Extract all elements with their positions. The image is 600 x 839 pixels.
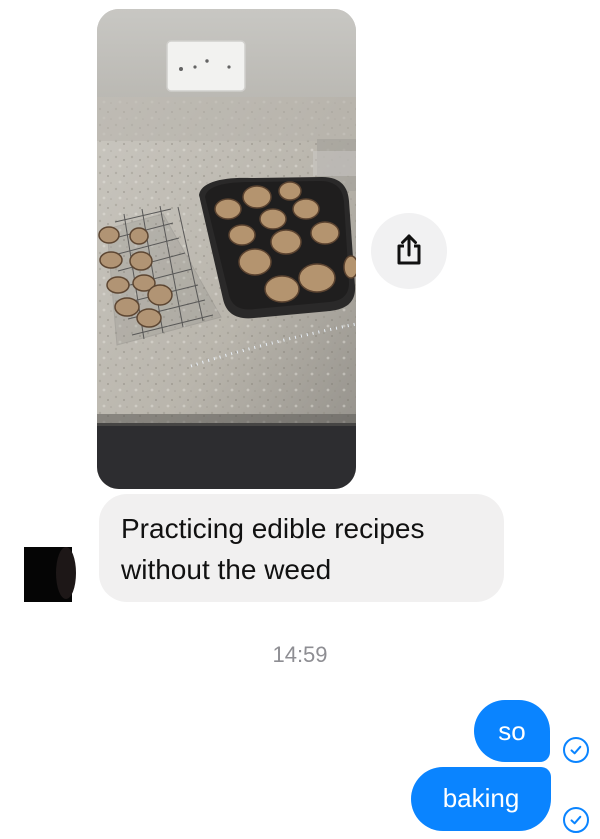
outgoing-message-bubble[interactable]: so [474, 700, 550, 762]
share-icon [395, 232, 423, 271]
read-check-icon [563, 737, 589, 763]
avatar-edge [56, 547, 76, 599]
share-button[interactable] [371, 213, 447, 289]
read-check-icon [563, 807, 589, 833]
incoming-message-bubble[interactable]: Practicing edible recipes without the we… [99, 494, 504, 602]
message-timestamp: 14:59 [272, 642, 328, 667]
outgoing-message-bubble[interactable]: baking [411, 767, 551, 831]
shared-photo[interactable] [97, 9, 356, 489]
